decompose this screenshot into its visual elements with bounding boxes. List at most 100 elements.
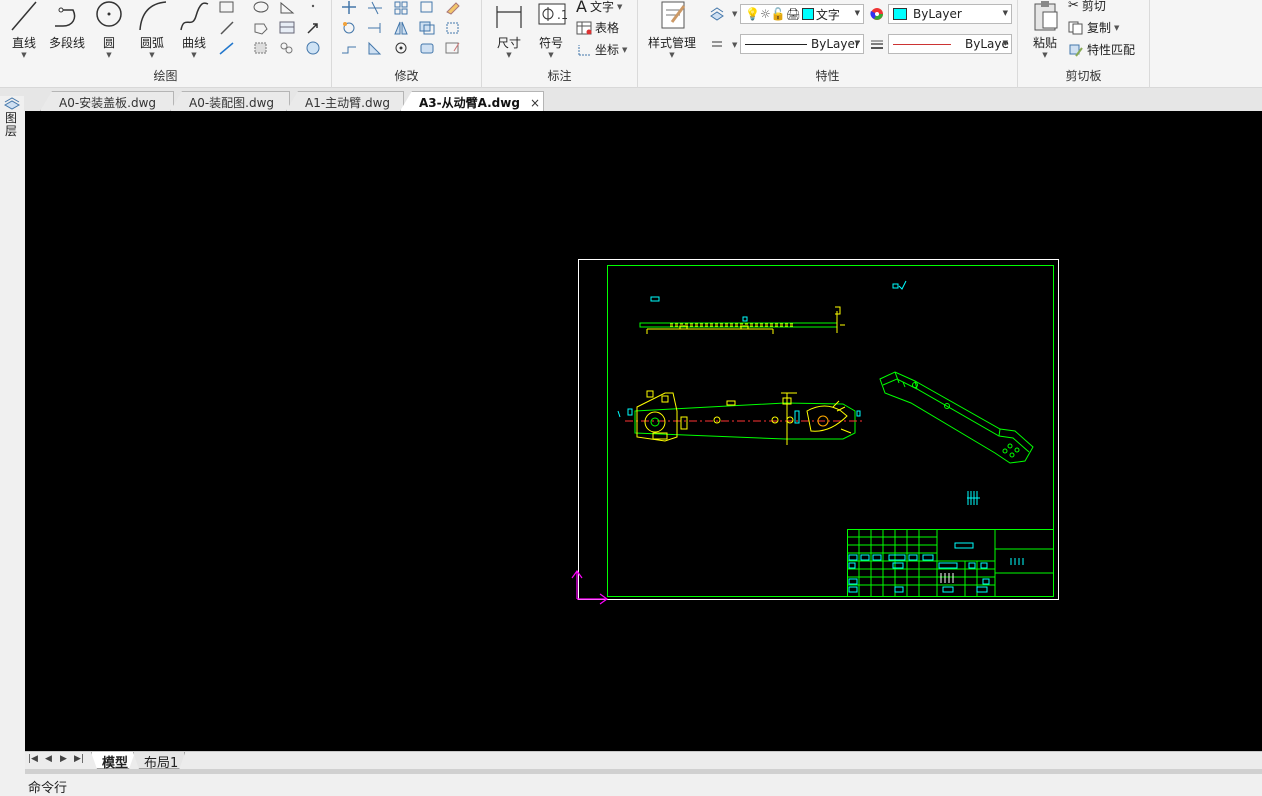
- technical-notes-mark: [967, 491, 980, 505]
- paste-button[interactable]: 粘贴 ▼: [1026, 0, 1064, 59]
- chevron-down-icon[interactable]: ▼: [732, 10, 737, 18]
- next-layout-icon[interactable]: ▶: [60, 754, 67, 764]
- layer-color-swatch: [801, 8, 814, 20]
- layout-tab-bar: |◀ ◀ ▶ ▶| 模型 布局1: [25, 751, 1262, 769]
- drawing-svg[interactable]: [25, 111, 1262, 751]
- dimension-button[interactable]: 尺寸 ▼: [490, 0, 528, 59]
- trim-tool[interactable]: [366, 0, 384, 16]
- doc-tab[interactable]: A1-主动臂.dwg: [286, 91, 404, 111]
- edit-tool[interactable]: [444, 40, 462, 56]
- ellipse-tool[interactable]: [252, 0, 270, 16]
- arc-label: 圆弧: [139, 36, 164, 50]
- copy-button[interactable]: 复制 ▼: [1068, 19, 1119, 36]
- doc-tab[interactable]: A0-安装盖板.dwg: [40, 91, 174, 111]
- copy-icon: [1068, 21, 1083, 34]
- style-manager-icon: [661, 1, 686, 29]
- cut-button[interactable]: ✂ 剪切: [1068, 0, 1106, 14]
- point-tool[interactable]: [304, 0, 322, 16]
- copy-tool[interactable]: [418, 0, 436, 16]
- color-value: ByLayer: [913, 7, 962, 21]
- boundary-tool[interactable]: [252, 40, 270, 56]
- explode-tool[interactable]: [444, 20, 462, 36]
- curve-button[interactable]: 曲线 ▼: [176, 0, 212, 59]
- ray-tool[interactable]: [218, 40, 236, 56]
- layer-panel-strip[interactable]: 图层: [0, 96, 24, 756]
- properties-group-label: 特性: [815, 69, 840, 83]
- linetype-preview: [745, 43, 807, 45]
- join-tool[interactable]: [418, 40, 436, 56]
- stretch-tool[interactable]: [340, 40, 358, 56]
- drawing-canvas[interactable]: [25, 111, 1262, 751]
- linetype-dropdown[interactable]: ByLayer ▼: [740, 34, 864, 54]
- style-manager-button[interactable]: 样式管理 ▼: [644, 0, 700, 59]
- doc-tab-label: A3-从动臂A.dwg: [419, 96, 520, 110]
- doc-tab-label: A0-安装盖板.dwg: [59, 96, 157, 110]
- hatch-tool[interactable]: [278, 0, 296, 16]
- wipeout-icon: [306, 41, 320, 55]
- arc-button[interactable]: 圆弧 ▼: [134, 0, 170, 59]
- text-a-icon: A: [576, 0, 587, 16]
- scissors-icon: ✂: [1068, 0, 1079, 13]
- chevron-down-icon: ▼: [1002, 39, 1008, 47]
- doc-tab-label: A1-主动臂.dwg: [305, 96, 391, 110]
- layer-dropdown[interactable]: 💡 ☼ 🔓 🖨 文字 ▼: [740, 4, 864, 24]
- doc-tab-active[interactable]: A3-从动臂A.dwg ×: [400, 91, 544, 111]
- symbol-button[interactable]: .1 符号 ▼: [532, 0, 570, 59]
- chevron-down-icon: ▼: [106, 51, 112, 59]
- curve-label: 曲线: [181, 36, 206, 50]
- rectangle-tool[interactable]: [218, 0, 236, 16]
- polyline-button[interactable]: 多段线: [44, 0, 90, 51]
- scale-tool[interactable]: [366, 40, 384, 56]
- extend-icon: [368, 23, 381, 33]
- line-button[interactable]: 直线 ▼: [6, 0, 42, 59]
- lineweight-dropdown[interactable]: ByLaye ▼: [888, 34, 1012, 54]
- match-properties-button[interactable]: 特性匹配: [1068, 41, 1135, 58]
- first-layout-icon[interactable]: |◀: [28, 754, 38, 764]
- xline-tool[interactable]: [218, 20, 236, 36]
- layer-state-tool[interactable]: [708, 6, 726, 22]
- region-tool[interactable]: [252, 20, 270, 36]
- text-button[interactable]: A 文字 ▼: [576, 0, 622, 16]
- offset-tool[interactable]: [418, 20, 436, 36]
- table-button[interactable]: 表格: [576, 19, 619, 36]
- match-properties-label: 特性匹配: [1087, 43, 1136, 57]
- cloud-tool[interactable]: [278, 40, 296, 56]
- color-wheel-icon: [870, 8, 883, 20]
- text-label: 文字: [589, 0, 614, 14]
- layer-name: 文字: [815, 7, 840, 22]
- wipeout-tool[interactable]: [304, 40, 322, 56]
- paste-label: 粘贴: [1032, 36, 1057, 50]
- chevron-down-icon[interactable]: ▼: [732, 41, 737, 49]
- command-line-label: 命令行: [28, 781, 68, 796]
- move-tool[interactable]: [340, 0, 358, 16]
- layout-tab-model[interactable]: 模型: [91, 752, 135, 769]
- table-draw-tool[interactable]: [278, 20, 296, 36]
- region-icon: [254, 23, 268, 35]
- extend-tool[interactable]: [366, 20, 384, 36]
- mirror-tool[interactable]: [392, 20, 410, 36]
- doc-tab[interactable]: A0-装配图.dwg: [170, 91, 290, 111]
- fillet-tool[interactable]: [392, 40, 410, 56]
- symbol-label: 符号: [538, 36, 563, 50]
- fillet-icon: [395, 42, 407, 54]
- table-label: 表格: [595, 21, 620, 35]
- lineweight-tool[interactable]: [868, 36, 886, 52]
- coordinate-button[interactable]: 坐标 ▼: [576, 41, 627, 58]
- last-layout-icon[interactable]: ▶|: [74, 754, 84, 764]
- array-tool[interactable]: [392, 0, 410, 16]
- pointer-tool[interactable]: [304, 20, 322, 36]
- prev-layout-icon[interactable]: ◀: [45, 754, 52, 764]
- rotate-tool[interactable]: [340, 20, 358, 36]
- color-wheel-tool[interactable]: [868, 6, 886, 22]
- command-line[interactable]: 命令行: [0, 774, 1262, 796]
- ribbon: 直线 ▼ 多段线 圆 ▼ 圆弧 ▼ 曲线 ▼ 绘图 修改 尺寸 ▼ .1 符号 …: [0, 0, 1262, 88]
- chevron-down-icon: ▼: [191, 51, 197, 59]
- circle-button[interactable]: 圆 ▼: [92, 0, 126, 59]
- color-dropdown[interactable]: ByLayer ▼: [888, 4, 1012, 24]
- paper-border: [578, 259, 1059, 600]
- linetype-list-tool[interactable]: [708, 36, 726, 52]
- svg-text:.1: .1: [557, 8, 567, 22]
- erase-tool[interactable]: [444, 0, 462, 16]
- close-icon[interactable]: ×: [530, 96, 540, 110]
- layout-tab-layout1[interactable]: 布局1: [133, 752, 185, 769]
